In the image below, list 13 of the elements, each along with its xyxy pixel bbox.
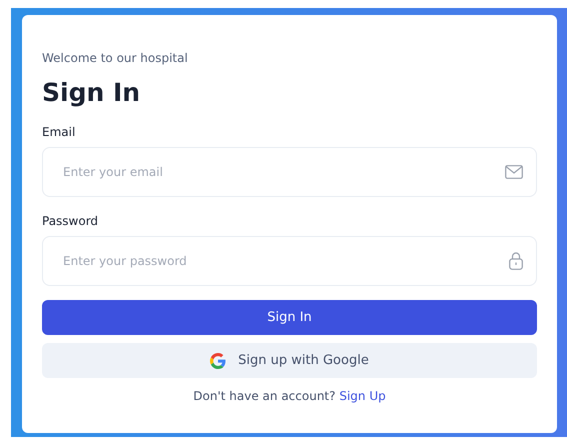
password-field[interactable]: Enter your password	[42, 236, 537, 286]
sign-in-title: Sign In	[42, 78, 142, 107]
google-sign-up-button[interactable]: Sign up with Google	[42, 343, 537, 378]
no-account-text: Don't have an account?	[193, 389, 336, 403]
greeting-text: Welcome to our hospital	[42, 51, 189, 65]
envelope-icon	[505, 165, 523, 179]
sign-in-button[interactable]: Sign In	[42, 300, 537, 335]
google-g-icon	[210, 352, 226, 368]
email-field[interactable]: Enter your email	[42, 147, 537, 197]
field-label: Password	[42, 214, 100, 228]
field-label: Email	[42, 125, 76, 139]
padlock-icon	[509, 252, 523, 270]
sign-up-link[interactable]: Sign Up	[339, 389, 386, 403]
